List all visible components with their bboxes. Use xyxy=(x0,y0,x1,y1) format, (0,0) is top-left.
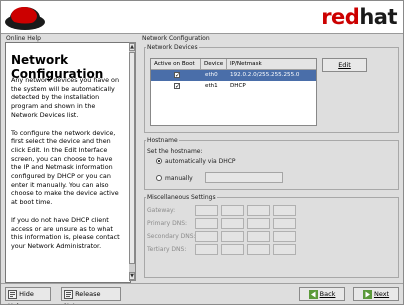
installer-window: redhat Online Help Network Configuration… xyxy=(0,0,404,305)
hostname-auto-label[interactable]: automatically via DHCP xyxy=(165,158,236,165)
hostname-prompt: Set the hostname: xyxy=(147,148,203,155)
device-ip: 192.0.2.0/255.255.255.0 xyxy=(230,72,300,78)
main-panel-label: Network Configuration xyxy=(142,35,210,42)
network-devices-legend: Network Devices xyxy=(146,44,199,51)
hostname-manual-input[interactable] xyxy=(205,172,283,183)
misc-settings-legend: Miscellaneous Settings xyxy=(146,194,217,201)
tertiary-dns-label: Tertiary DNS: xyxy=(147,246,187,253)
help-paragraph: If you do not have DHCP client access or… xyxy=(11,215,120,250)
help-pane: Network Configuration Any network device… xyxy=(5,42,131,283)
network-devices-table[interactable]: Active on Boot Device IP/Netmask ✓ eth0 … xyxy=(150,58,317,126)
device-name: eth1 xyxy=(205,83,218,89)
gateway-octet-3[interactable] xyxy=(247,205,270,216)
redhat-wordmark: redhat xyxy=(321,5,397,29)
release-notes-button[interactable]: Release Notes xyxy=(61,287,121,304)
header-divider xyxy=(1,33,403,34)
column-header-ip[interactable]: IP/Netmask xyxy=(227,59,316,70)
back-label: Back xyxy=(319,290,336,298)
next-label: Next xyxy=(373,290,390,298)
help-icon xyxy=(8,289,17,299)
arrow-right-icon xyxy=(362,289,372,299)
help-paragraph: To configure the network device, first s… xyxy=(11,128,119,207)
device-row-eth0[interactable]: ✓ eth0 192.0.2.0/255.255.255.0 xyxy=(151,70,316,81)
secondary-dns-octet-3[interactable] xyxy=(247,231,270,242)
scroll-down-icon[interactable]: ▼ xyxy=(129,272,135,280)
tertiary-dns-octet-4[interactable] xyxy=(273,244,296,255)
device-row-eth1[interactable]: ✓ eth1 DHCP xyxy=(151,81,316,92)
arrow-left-icon xyxy=(308,289,318,299)
hostname-manual-label[interactable]: manually xyxy=(165,175,193,182)
next-button[interactable]: Next xyxy=(353,287,399,301)
redhat-logo-icon xyxy=(5,7,45,30)
help-body: Any network devices you have on the syst… xyxy=(11,76,123,260)
edit-button-label: Edit xyxy=(338,61,351,69)
secondary-dns-label: Secondary DNS: xyxy=(147,233,196,240)
back-button[interactable]: Back xyxy=(299,287,345,301)
gateway-octet-2[interactable] xyxy=(221,205,244,216)
primary-dns-octet-1[interactable] xyxy=(195,218,218,229)
help-pane-label: Online Help xyxy=(6,35,41,42)
tertiary-dns-octet-3[interactable] xyxy=(247,244,270,255)
scroll-thumb[interactable] xyxy=(129,52,135,264)
scroll-up-icon[interactable]: ▲ xyxy=(129,43,135,51)
tertiary-dns-octet-2[interactable] xyxy=(221,244,244,255)
gateway-octet-1[interactable] xyxy=(195,205,218,216)
secondary-dns-octet-2[interactable] xyxy=(221,231,244,242)
device-name: eth0 xyxy=(205,72,218,78)
secondary-dns-octet-4[interactable] xyxy=(273,231,296,242)
column-header-active[interactable]: Active on Boot xyxy=(151,59,201,70)
hostname-legend: Hostname xyxy=(146,137,179,144)
primary-dns-octet-3[interactable] xyxy=(247,218,270,229)
primary-dns-octet-2[interactable] xyxy=(221,218,244,229)
footer-divider xyxy=(1,283,403,284)
hostname-manual-radio[interactable] xyxy=(156,175,162,181)
primary-dns-octet-4[interactable] xyxy=(273,218,296,229)
help-scrollbar[interactable]: ▲ ▼ xyxy=(129,42,136,281)
header-banner: redhat xyxy=(1,1,403,33)
active-on-boot-checkbox[interactable]: ✓ xyxy=(174,83,180,90)
gateway-label: Gateway: xyxy=(147,207,176,214)
device-ip: DHCP xyxy=(230,83,246,89)
hide-help-button[interactable]: Hide Help xyxy=(5,287,51,304)
gateway-octet-4[interactable] xyxy=(273,205,296,216)
active-on-boot-checkbox[interactable]: ✓ xyxy=(174,72,180,79)
primary-dns-label: Primary DNS: xyxy=(147,220,188,227)
help-paragraph: Any network devices you have on the syst… xyxy=(11,76,120,119)
tertiary-dns-octet-1[interactable] xyxy=(195,244,218,255)
hostname-auto-radio[interactable] xyxy=(156,158,162,164)
column-header-device[interactable]: Device xyxy=(201,59,227,70)
secondary-dns-octet-1[interactable] xyxy=(195,231,218,242)
notes-icon xyxy=(64,289,73,299)
edit-button[interactable]: Edit xyxy=(322,58,367,72)
